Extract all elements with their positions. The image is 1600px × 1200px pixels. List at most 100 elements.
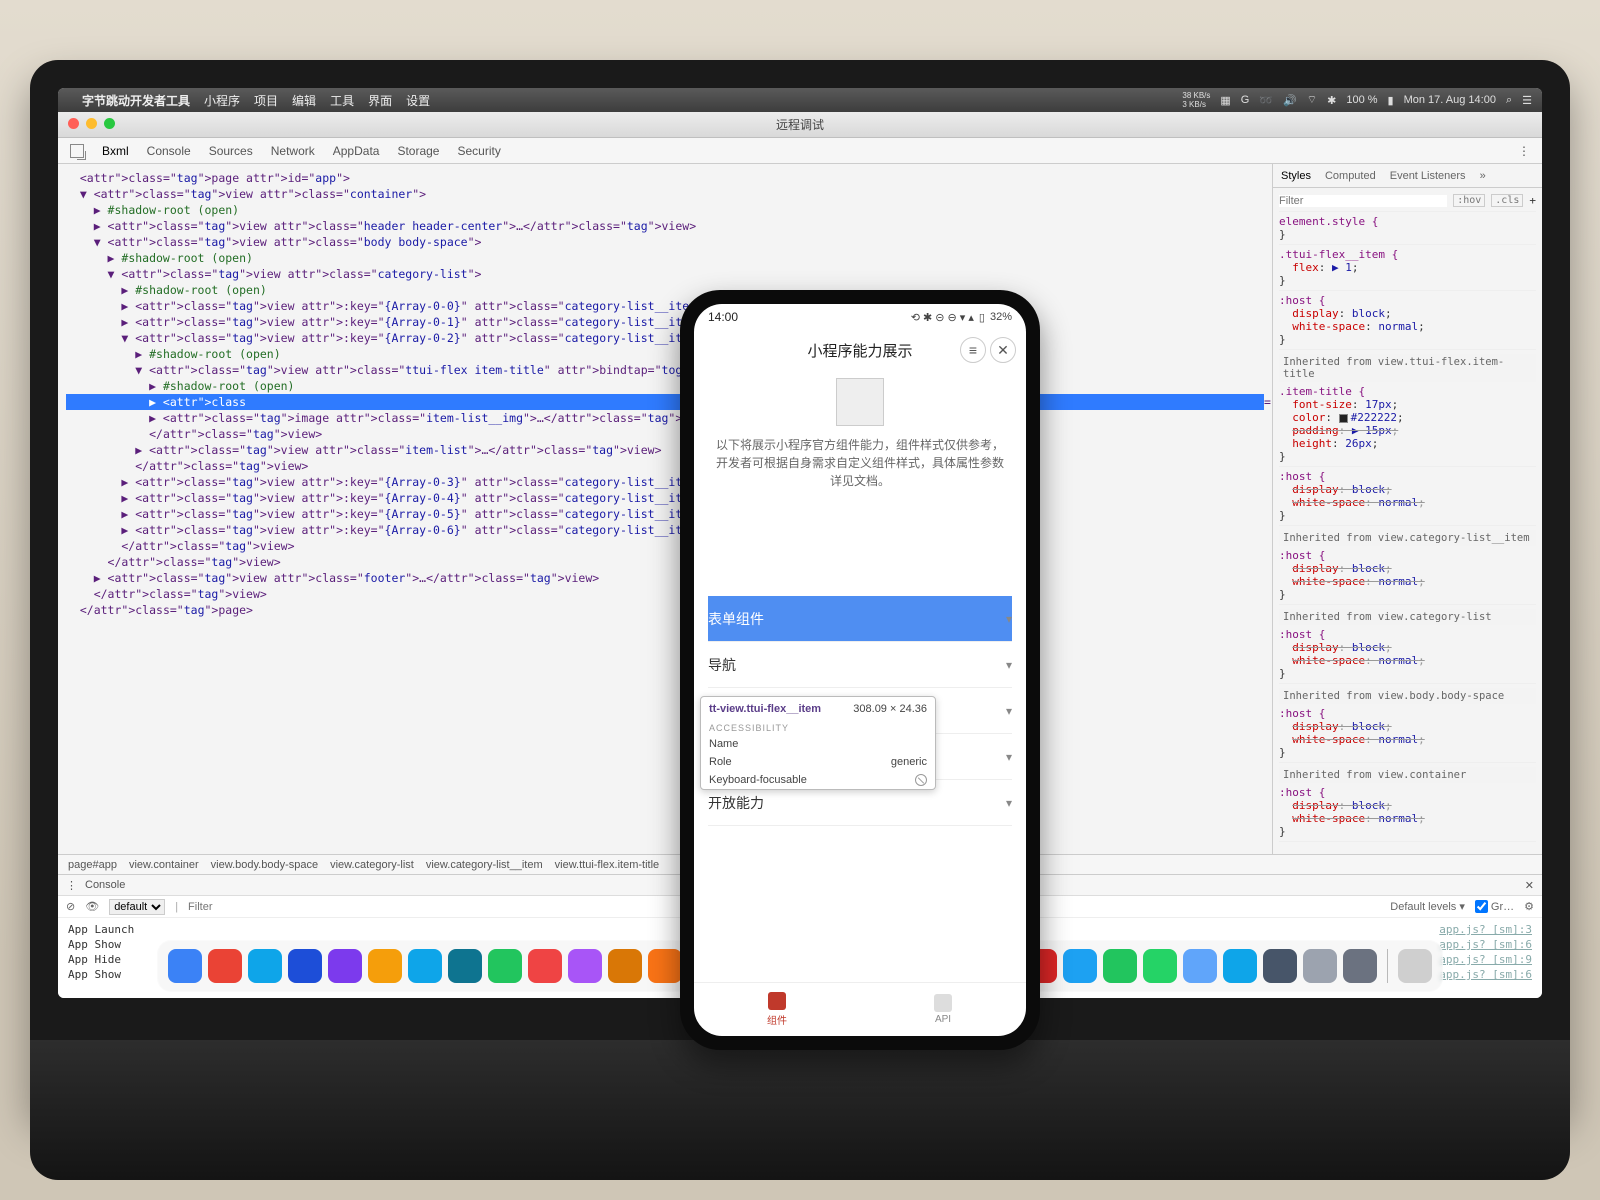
settings-icon[interactable]: ⚙	[1524, 900, 1534, 913]
tab-api[interactable]: API	[860, 983, 1026, 1036]
phone-header: 小程序能力展示 ≡ ✕	[694, 330, 1026, 370]
tooltip-size: 308.09 × 24.36	[853, 703, 927, 715]
tab-console[interactable]: Console	[147, 144, 191, 158]
dock-app-icon[interactable]	[408, 949, 442, 983]
tab-styles[interactable]: Styles	[1281, 170, 1311, 182]
crumb-item[interactable]: view.container	[129, 859, 199, 871]
crumb-item[interactable]: view.ttui-flex.item-title	[555, 859, 660, 871]
dock-app-icon[interactable]	[1103, 949, 1137, 983]
menu-item[interactable]: 设置	[406, 92, 430, 109]
dock-app-icon[interactable]	[1343, 949, 1377, 983]
dock-app-icon[interactable]	[488, 949, 522, 983]
phone-device: 14:00 ⟲ ✱ ⊝ ⊖ ▾ ▴ ▯ 32% 小程序能力展示 ≡ ✕ 以下将展…	[680, 290, 1040, 1050]
group-checkbox[interactable]: Gr…	[1475, 900, 1514, 913]
menu-item[interactable]: 小程序	[204, 92, 240, 109]
dock-app-icon[interactable]	[1223, 949, 1257, 983]
traffic-lights[interactable]	[68, 118, 115, 129]
menu-item[interactable]: 项目	[254, 92, 278, 109]
capsule-close-icon[interactable]: ✕	[990, 337, 1016, 363]
tab-appdata[interactable]: AppData	[333, 144, 380, 158]
tab-network[interactable]: Network	[271, 144, 315, 158]
crumb-item[interactable]: view.category-list	[330, 859, 414, 871]
chevron-down-icon: ▾	[1006, 796, 1012, 810]
tab-listeners[interactable]: Event Listeners	[1390, 170, 1466, 182]
capsule-menu-icon[interactable]: ≡	[960, 337, 986, 363]
more-icon[interactable]: ⋮	[1518, 144, 1530, 158]
context-select[interactable]: default	[109, 899, 165, 915]
hero-cube-icon	[836, 378, 884, 426]
status-icon: G	[1241, 94, 1250, 106]
dock-app-icon[interactable]	[328, 949, 362, 983]
hov-toggle[interactable]: :hov	[1453, 194, 1485, 207]
wifi-icon[interactable]: ⌔	[1307, 93, 1317, 107]
cls-toggle[interactable]: .cls	[1491, 194, 1523, 207]
dock-app-icon[interactable]	[608, 949, 642, 983]
trash-icon[interactable]	[1398, 949, 1432, 983]
chevron-down-icon: ▾	[1006, 704, 1012, 718]
dock-app-icon[interactable]	[248, 949, 282, 983]
inspect-icon[interactable]	[70, 144, 84, 158]
search-icon[interactable]: ⌕	[1506, 94, 1512, 107]
clear-icon[interactable]: ⊘	[66, 900, 75, 913]
status-icons: ⟲ ✱ ⊝ ⊖ ▾ ▴	[911, 311, 974, 324]
devtools-tabbar: Bxml Console Sources Network AppData Sto…	[58, 138, 1542, 164]
dom-tree[interactable]: <attr">class="tag">page attr">id="app"> …	[58, 164, 1272, 854]
tooltip-selector: tt-view.ttui-flex__item	[709, 703, 821, 715]
dock-app-icon[interactable]	[168, 949, 202, 983]
menu-item[interactable]: 编辑	[292, 92, 316, 109]
phone-statusbar: 14:00 ⟲ ✱ ⊝ ⊖ ▾ ▴ ▯ 32%	[694, 304, 1026, 330]
dock-app-icon[interactable]	[208, 949, 242, 983]
dock-app-icon[interactable]	[568, 949, 602, 983]
hero-desc: 以下将展示小程序官方组件能力，组件样式仅供参考，开发者可根据自身需求自定义组件样…	[712, 436, 1008, 490]
window-title: 远程调试	[776, 116, 824, 133]
bluetooth-icon[interactable]: ✱	[1327, 94, 1336, 107]
clock[interactable]: Mon 17. Aug 14:00	[1404, 94, 1496, 106]
status-icon: ▦	[1220, 94, 1230, 107]
menu-item[interactable]: 界面	[368, 92, 392, 109]
battery-text: 32%	[990, 311, 1012, 324]
console-title: Console	[85, 879, 125, 891]
crumb-item[interactable]: page#app	[68, 859, 117, 871]
dock-app-icon[interactable]	[448, 949, 482, 983]
dock-app-icon[interactable]	[528, 949, 562, 983]
add-rule-icon[interactable]: +	[1529, 194, 1536, 207]
chevron-down-icon: ▾	[1006, 612, 1012, 626]
dock-app-icon[interactable]	[368, 949, 402, 983]
tab-more[interactable]: »	[1480, 170, 1486, 182]
page-title: 小程序能力展示	[807, 340, 912, 361]
control-center-icon[interactable]: ☰	[1522, 94, 1532, 107]
tab-bxml[interactable]: Bxml	[102, 144, 129, 158]
dock-app-icon[interactable]	[1063, 949, 1097, 983]
tab-sources[interactable]: Sources	[209, 144, 253, 158]
window-titlebar: 远程调试	[58, 112, 1542, 138]
levels-select[interactable]: Default levels ▾	[1390, 900, 1465, 913]
dock-app-icon[interactable]	[648, 949, 682, 983]
tab-storage[interactable]: Storage	[397, 144, 439, 158]
crumb-item[interactable]: view.body.body-space	[211, 859, 318, 871]
list-item[interactable]: 导航▾	[708, 642, 1012, 688]
console-toggle-icon[interactable]: ⋮	[66, 879, 77, 892]
list-item[interactable]: 表单组件 ▾	[708, 596, 1012, 642]
styles-filter[interactable]	[1279, 195, 1447, 207]
dock-app-icon[interactable]	[1183, 949, 1217, 983]
tab-security[interactable]: Security	[457, 144, 500, 158]
dock-app-icon[interactable]	[1303, 949, 1337, 983]
eye-icon[interactable]: 👁	[85, 900, 99, 913]
chevron-down-icon: ▾	[1006, 750, 1012, 764]
close-icon[interactable]: ✕	[1525, 879, 1534, 892]
volume-icon[interactable]: 🔊	[1283, 94, 1297, 107]
menu-item[interactable]: 工具	[330, 92, 354, 109]
inspect-tooltip: tt-view.ttui-flex__item308.09 × 24.36 AC…	[700, 696, 936, 790]
tab-computed[interactable]: Computed	[1325, 170, 1376, 182]
net-speed: 38 KB/s 3 KB/s	[1182, 91, 1210, 109]
dock-app-icon[interactable]	[288, 949, 322, 983]
app-name[interactable]: 字节跳动开发者工具	[82, 92, 190, 109]
list-item-label: 表单组件	[708, 609, 764, 629]
battery-text: 100 %	[1346, 94, 1377, 106]
dock-app-icon[interactable]	[1263, 949, 1297, 983]
dock-app-icon[interactable]	[1143, 949, 1177, 983]
crumb-item[interactable]: view.category-list__item	[426, 859, 543, 871]
tab-components[interactable]: 组件	[694, 983, 860, 1036]
status-icon: ➿	[1259, 94, 1273, 107]
battery-icon: ▯	[979, 311, 985, 324]
